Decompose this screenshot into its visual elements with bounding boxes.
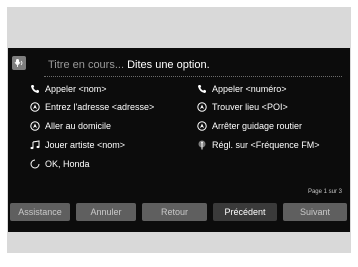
compass-icon bbox=[30, 121, 40, 131]
compass-icon bbox=[30, 102, 40, 112]
command-item[interactable]: Trouver lieu <POI> bbox=[197, 100, 288, 114]
voice-command-screen: Titre en cours... Dites une option. Appe… bbox=[8, 48, 350, 232]
command-item[interactable]: OK, Honda bbox=[30, 157, 90, 171]
phone-icon bbox=[197, 84, 207, 94]
command-item[interactable]: Jouer artiste <nom> bbox=[30, 138, 125, 152]
command-item[interactable]: Aller au domicile bbox=[30, 119, 111, 133]
command-item[interactable]: Arrêter guidage routier bbox=[197, 119, 302, 133]
antenna-icon bbox=[197, 140, 207, 150]
next-button[interactable]: Suivant bbox=[283, 203, 347, 221]
command-label: Régl. sur <Fréquence FM> bbox=[212, 140, 320, 150]
prompt-status: Titre en cours... bbox=[48, 59, 125, 71]
previous-button[interactable]: Précédent bbox=[213, 203, 277, 221]
screen-prompt: Titre en cours... Dites une option. bbox=[48, 59, 210, 71]
cancel-button[interactable]: Annuler bbox=[76, 203, 136, 221]
back-button[interactable]: Retour bbox=[142, 203, 207, 221]
compass-icon bbox=[197, 121, 207, 131]
bottom-button-bar: Assistance Annuler Retour Précédent Suiv… bbox=[8, 203, 350, 223]
command-item[interactable]: Appeler <nom> bbox=[30, 82, 107, 96]
music-note-icon bbox=[30, 140, 40, 150]
command-label: Jouer artiste <nom> bbox=[45, 140, 126, 150]
compass-icon bbox=[197, 102, 207, 112]
manual-figure: Titre en cours... Dites une option. Appe… bbox=[0, 0, 358, 267]
command-label: Entrez l'adresse <adresse> bbox=[45, 102, 155, 112]
phone-icon bbox=[30, 84, 40, 94]
command-label: OK, Honda bbox=[45, 159, 90, 169]
command-item[interactable]: Entrez l'adresse <adresse> bbox=[30, 100, 154, 114]
command-label: Trouver lieu <POI> bbox=[212, 102, 288, 112]
command-label: Appeler <numéro> bbox=[212, 84, 287, 94]
voice-icon bbox=[12, 56, 26, 70]
header-divider bbox=[44, 76, 342, 77]
refresh-icon bbox=[30, 159, 40, 169]
command-item[interactable]: Appeler <numéro> bbox=[197, 82, 287, 96]
prompt-instruction: Dites une option. bbox=[127, 59, 210, 71]
command-item[interactable]: Régl. sur <Fréquence FM> bbox=[197, 138, 320, 152]
page-indicator: Page 1 sur 3 bbox=[307, 189, 342, 195]
command-label: Arrêter guidage routier bbox=[212, 121, 303, 131]
command-label: Appeler <nom> bbox=[45, 84, 107, 94]
assistance-button[interactable]: Assistance bbox=[10, 203, 70, 221]
command-label: Aller au domicile bbox=[45, 121, 112, 131]
